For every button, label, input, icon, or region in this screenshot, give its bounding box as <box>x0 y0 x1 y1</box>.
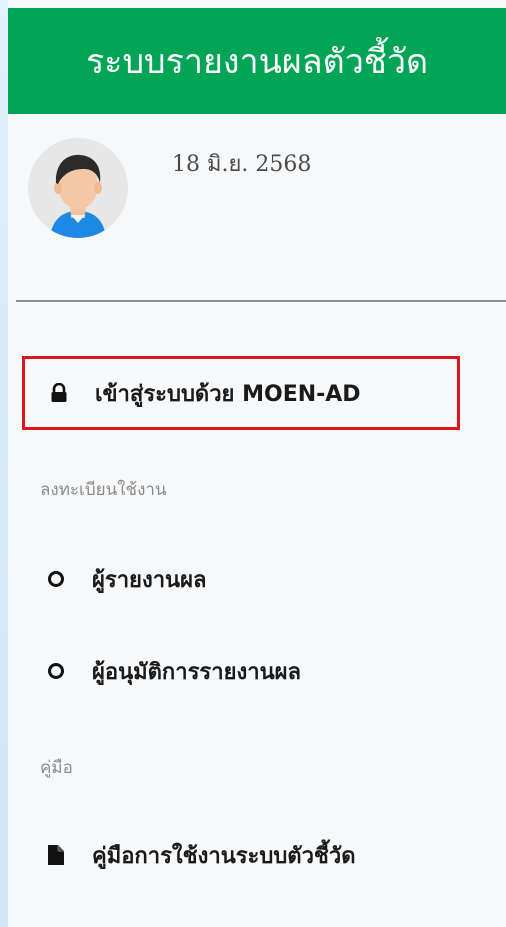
login-label: เข้าสู่ระบบด้วย MOEN-AD <box>95 381 361 407</box>
user-panel: 18 มิ.ย. 2568 <box>28 138 498 238</box>
avatar <box>28 138 128 238</box>
user-avatar-icon <box>28 138 128 238</box>
divider <box>16 300 506 302</box>
left-edge-strip <box>0 0 8 927</box>
lock-icon <box>47 381 71 405</box>
register-section-header: ลงทะเบียนใช้งาน <box>40 480 167 500</box>
current-date: 18 มิ.ย. 2568 <box>172 152 312 177</box>
login-moen-ad-link[interactable]: เข้าสู่ระบบด้วย MOEN-AD <box>22 356 460 430</box>
circle-icon <box>44 659 68 683</box>
brand-header[interactable]: ระบบรายงานผลตัวชี้วัด <box>8 8 506 114</box>
nav-item-label: ผู้อนุมัติการรายงานผล <box>92 659 301 685</box>
manual-label: คู่มือการใช้งานระบบตัวชี้วัด <box>92 843 356 869</box>
nav-item-label: ผู้รายงานผล <box>92 567 207 593</box>
nav-item-reporter[interactable]: ผู้รายงานผล <box>22 550 458 608</box>
brand-title: ระบบรายงานผลตัวชี้วัด <box>85 42 429 82</box>
manual-section-header: คู่มือ <box>40 758 73 778</box>
file-icon <box>44 843 68 867</box>
sidebar: ระบบรายงานผลตัวชี้วัด 18 มิ.ย. 2568 <box>8 0 506 927</box>
circle-icon <box>44 567 68 591</box>
nav-item-approver[interactable]: ผู้อนุมัติการรายงานผล <box>22 642 458 700</box>
nav-item-manual[interactable]: คู่มือการใช้งานระบบตัวชี้วัด <box>22 826 458 884</box>
